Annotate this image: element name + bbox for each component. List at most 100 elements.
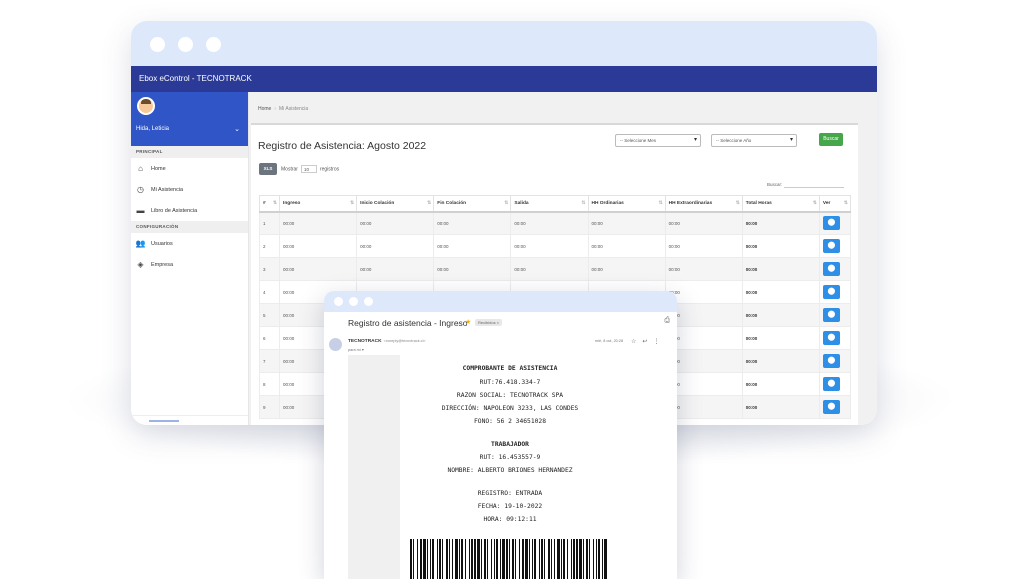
row-number: 7	[258, 349, 281, 373]
reply-icon[interactable]: ↩	[642, 339, 653, 345]
barcode-bar	[557, 539, 560, 579]
barcode-bar	[469, 539, 470, 579]
map-pin-icon[interactable]: ⬤	[822, 400, 840, 414]
view-cell: ⬤	[818, 372, 852, 396]
map-pin-icon[interactable]: ⬤	[822, 239, 840, 253]
table-cell: 00:00	[510, 257, 589, 281]
barcode-bar	[596, 539, 597, 579]
users-icon: 👥	[135, 239, 146, 248]
xls-export-button[interactable]: XLS	[259, 163, 277, 175]
sidebar-item-usuarios[interactable]: 👥 Usuarios	[131, 233, 248, 254]
barcode-bar	[420, 539, 422, 579]
col-header[interactable]: #	[258, 195, 281, 213]
breadcrumb-home[interactable]: Home	[258, 106, 271, 112]
table-cell: 00:00	[433, 234, 512, 258]
barcode-bar	[532, 539, 533, 579]
stage: Ebox eControl - TECNOTRACK Hida, Leticia…	[0, 0, 1024, 579]
col-header[interactable]: Fin Colación	[433, 195, 512, 213]
barcode-bar	[525, 539, 528, 579]
barcode-bar	[602, 539, 603, 579]
barcode-bar	[548, 539, 550, 579]
receipt-fono: FONO: 56 2 34651028	[473, 418, 547, 425]
barcode-bar	[529, 539, 530, 579]
app-title: Ebox eControl - TECNOTRACK	[139, 74, 252, 83]
folder-icon: ▬	[136, 206, 145, 215]
barcode-bar	[579, 539, 582, 579]
month-select[interactable]: -- Seleccione Mes	[615, 134, 701, 147]
map-pin-icon[interactable]: ⬤	[822, 285, 840, 299]
receipt-worker-name: NOMBRE: ALBERTO BRIONES HERNANDEZ	[447, 467, 573, 474]
table-row: 2 00:00 00:00 00:00 00:00 00:00 00:00 00:00 ⬤	[258, 234, 852, 258]
table-cell: 00:00	[741, 349, 820, 373]
map-pin-icon[interactable]: ⬤	[822, 216, 840, 231]
barcode-bar	[563, 539, 565, 579]
more-vert-icon[interactable]: ⋮	[653, 339, 665, 345]
barcode-bar	[481, 539, 482, 579]
table-cell: 00:00	[664, 234, 743, 258]
sender-name: TECNOTRACK	[348, 339, 382, 344]
receipt-direccion: DIRECCIÓN: NAPOLEON 3233, LAS CONDES	[441, 405, 579, 412]
search-input[interactable]	[784, 179, 844, 188]
email-window: Registro de asistencia - Ingreso ★ Recib…	[324, 291, 677, 579]
email-titlebar	[324, 291, 677, 312]
star-outline-icon[interactable]: ☆	[631, 339, 642, 345]
barcode-bar	[544, 539, 545, 579]
breadcrumb-current: Mi Asistencia	[279, 106, 309, 112]
col-header[interactable]: Ver	[818, 195, 852, 213]
sidebar-item-empresa[interactable]: ◈ Empresa	[131, 254, 248, 275]
col-header[interactable]: Total Horas	[741, 195, 820, 213]
view-cell: ⬤	[818, 257, 852, 281]
sidebar-item-home[interactable]: ⌂ Home	[131, 158, 248, 179]
barcode-bar	[509, 539, 510, 579]
barcode-bar	[439, 539, 441, 579]
year-select[interactable]: -- Seleccione Año	[711, 134, 797, 147]
table-cell: 00:00	[741, 372, 820, 396]
table-cell: 00:00	[664, 211, 743, 235]
table-cell: 00:00	[279, 234, 358, 258]
barcode-bar	[430, 539, 431, 579]
table-cell: 00:00	[587, 211, 666, 235]
view-cell: ⬤	[818, 349, 852, 373]
table-row: 3 00:00 00:00 00:00 00:00 00:00 00:00 00:00 ⬤	[258, 257, 852, 281]
map-pin-icon[interactable]: ⬤	[822, 354, 840, 368]
sidebar-item-mi-asistencia[interactable]: ◷ Mi Asistencia	[131, 179, 248, 200]
map-pin-icon[interactable]: ⬤	[822, 377, 840, 391]
table-cell: 00:00	[741, 326, 820, 350]
chevron-down-icon[interactable]: ⌄	[234, 125, 240, 133]
barcode-bar	[494, 539, 495, 579]
table-cell: 00:00	[356, 234, 435, 258]
barcode-bar	[491, 539, 492, 579]
barcode-bar	[583, 539, 584, 579]
map-pin-icon[interactable]: ⬤	[822, 262, 840, 276]
inbox-label[interactable]: Recibidos ×	[475, 319, 503, 326]
table-cell: 00:00	[741, 234, 820, 258]
search-button[interactable]: Buscar	[819, 133, 843, 146]
map-pin-icon[interactable]: ⬤	[822, 308, 840, 322]
sidebar-item-label: Home	[151, 165, 166, 172]
col-header[interactable]: Inicio Colación	[356, 195, 435, 213]
table-cell: 00:00	[510, 211, 589, 235]
attendance-receipt: COMPROBANTE DE ASISTENCIA RUT:76.418.334…	[400, 355, 620, 579]
barcode-bar	[449, 539, 450, 579]
barcode-bar	[567, 539, 568, 579]
table-cell: 00:00	[433, 211, 512, 235]
barcode-bar	[506, 539, 508, 579]
star-icon[interactable]: ★	[465, 318, 471, 326]
barcode-bar	[432, 539, 434, 579]
barcode-bar	[455, 539, 458, 579]
row-number: 1	[258, 211, 281, 235]
col-header[interactable]: HH Ordinarias	[587, 195, 666, 213]
user-panel[interactable]: Hida, Leticia ⌄	[131, 92, 248, 146]
col-header[interactable]: HH Extraordinarias	[664, 195, 743, 213]
page-length-select[interactable]: 10	[300, 165, 317, 173]
map-pin-icon[interactable]: ⬤	[822, 331, 840, 345]
sidebar-item-libro-asistencia[interactable]: ▬ Libro de Asistencia	[131, 200, 248, 221]
sidebar-section-principal: PRINCIPAL	[131, 146, 248, 158]
barcode-bar	[539, 539, 540, 579]
email-recipient[interactable]: para mí ▾	[348, 347, 364, 352]
barcode-bar	[589, 539, 590, 579]
col-header[interactable]: Salida	[510, 195, 589, 213]
col-header[interactable]: Ingreso	[279, 195, 358, 213]
receipt-title: COMPROBANTE DE ASISTENCIA	[462, 365, 558, 372]
print-icon[interactable]: ⎙	[664, 317, 670, 325]
